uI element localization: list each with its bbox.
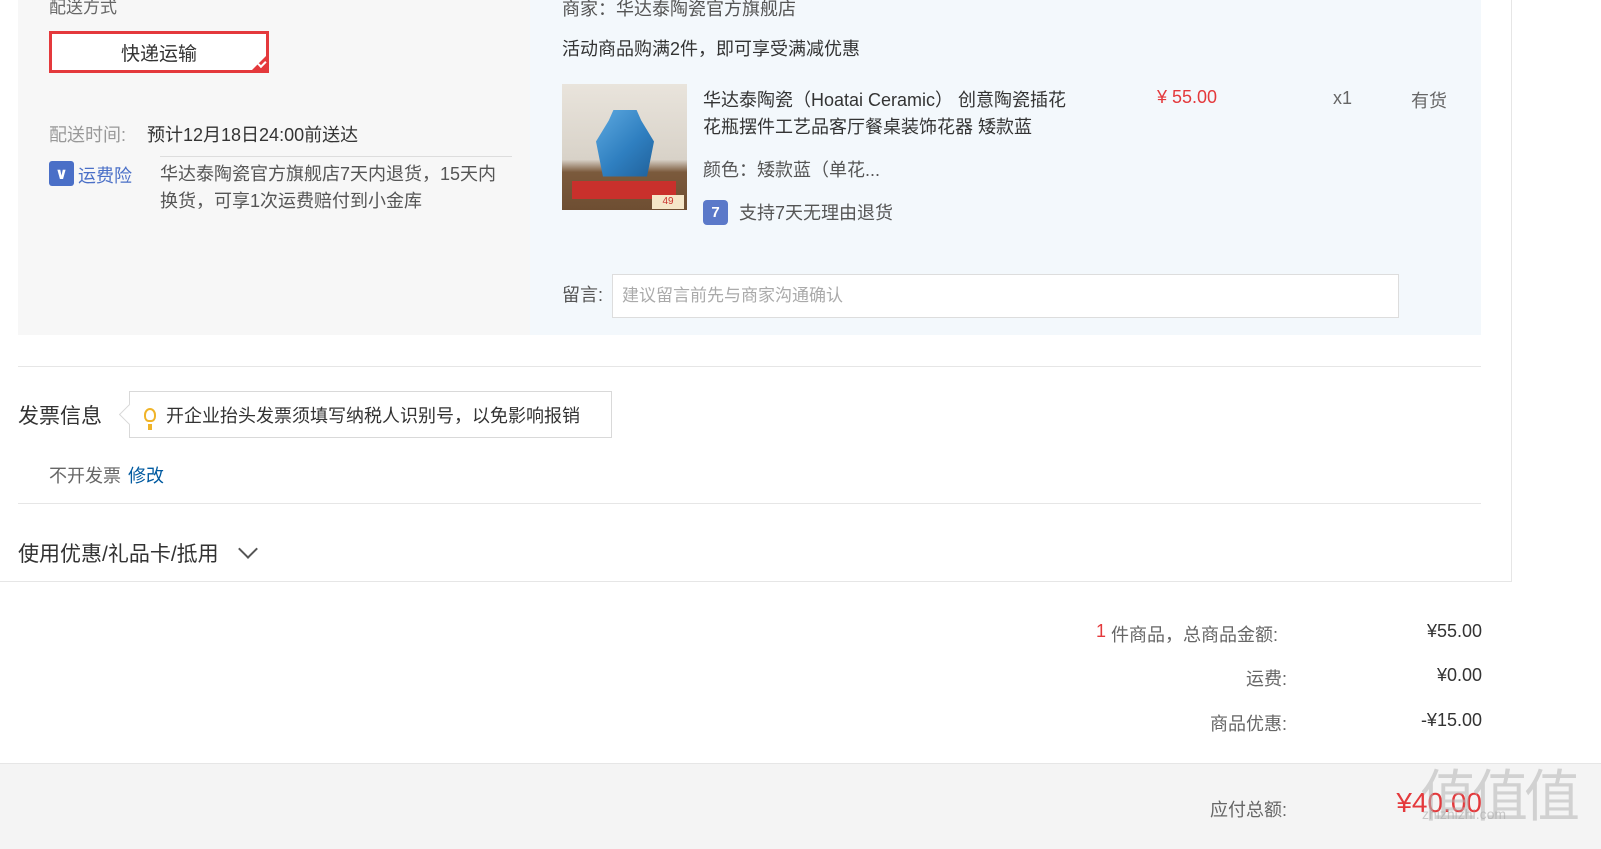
invoice-status: 不开发票	[49, 466, 121, 486]
chevron-down-icon[interactable]	[238, 539, 258, 559]
return-policy: 支持7天无理由退货	[739, 203, 894, 223]
shipping-fee-label: 运费:	[1245, 669, 1287, 689]
product-title-line1[interactable]: 华达泰陶瓷（Hoatai Ceramic） 创意陶瓷插花	[703, 86, 1066, 112]
merchant-promo: 活动商品购满2件，即可享受满减优惠	[562, 39, 861, 59]
selected-check-icon	[250, 54, 268, 72]
vase-illustration	[596, 110, 654, 177]
item-total-value: ¥55.00	[1426, 621, 1482, 641]
product-price: ¥ 55.00	[1157, 87, 1218, 107]
express-shipping-label: 快递运输	[120, 43, 197, 65]
invoice-tip-text: 开企业抬头发票须填写纳税人识别号，以免影响报销	[166, 405, 580, 426]
payment-bar	[0, 763, 1601, 849]
remark-input[interactable]	[612, 274, 1399, 318]
watermark-site: zhizhizhi.com	[1422, 806, 1507, 822]
page-border	[1511, 0, 1512, 582]
shield-icon: ∨	[49, 161, 74, 186]
invoice-tip: 开企业抬头发票须填写纳税人识别号，以免影响报销	[129, 391, 612, 438]
content-bottom-border	[0, 581, 1512, 582]
product-image[interactable]: 49	[562, 84, 687, 210]
total-due-label: 应付总额:	[1209, 800, 1287, 820]
price-badge: 49	[652, 195, 684, 209]
discount-value: -¥15.00	[1420, 710, 1482, 730]
remark-label: 留言:	[562, 285, 604, 305]
seven-day-return-icon: 7	[703, 200, 728, 225]
product-stock: 有货	[1411, 91, 1447, 111]
merchant-name: 商家：华达泰陶瓷官方旗舰店	[562, 0, 796, 19]
insurance-label[interactable]: 运费险	[78, 162, 132, 188]
express-shipping-button[interactable]: 快递运输	[49, 31, 269, 73]
section-divider	[18, 503, 1481, 504]
lightbulb-icon	[144, 407, 156, 430]
invoice-edit-link[interactable]: 修改	[128, 462, 164, 488]
insurance-divider	[160, 156, 512, 157]
delivery-time-value: 预计12月18日24:00前送达	[147, 125, 359, 145]
shipping-fee-value: ¥0.00	[1436, 665, 1482, 685]
insurance-text-line1: 华达泰陶瓷官方旗舰店7天内退货，15天内	[160, 164, 497, 184]
item-total-label: 件商品，总商品金额:	[1111, 625, 1279, 645]
delivery-time-label: 配送时间:	[49, 125, 127, 145]
delivery-section-label: 配送方式	[49, 0, 117, 17]
coupon-toggle[interactable]: 使用优惠/礼品卡/抵用	[18, 538, 219, 568]
item-count: 1	[1096, 621, 1107, 641]
discount-label: 商品优惠:	[1209, 714, 1287, 734]
product-title-line2[interactable]: 花瓶摆件工艺品客厅餐桌装饰花器 矮款蓝	[703, 113, 1032, 139]
section-divider	[18, 366, 1481, 367]
invoice-title: 发票信息	[18, 405, 102, 428]
product-quantity: x1	[1333, 88, 1353, 108]
insurance-text-line2: 换货，可享1次运费赔付到小金库	[160, 191, 423, 211]
product-color: 颜色：矮款蓝（单花...	[703, 160, 881, 180]
